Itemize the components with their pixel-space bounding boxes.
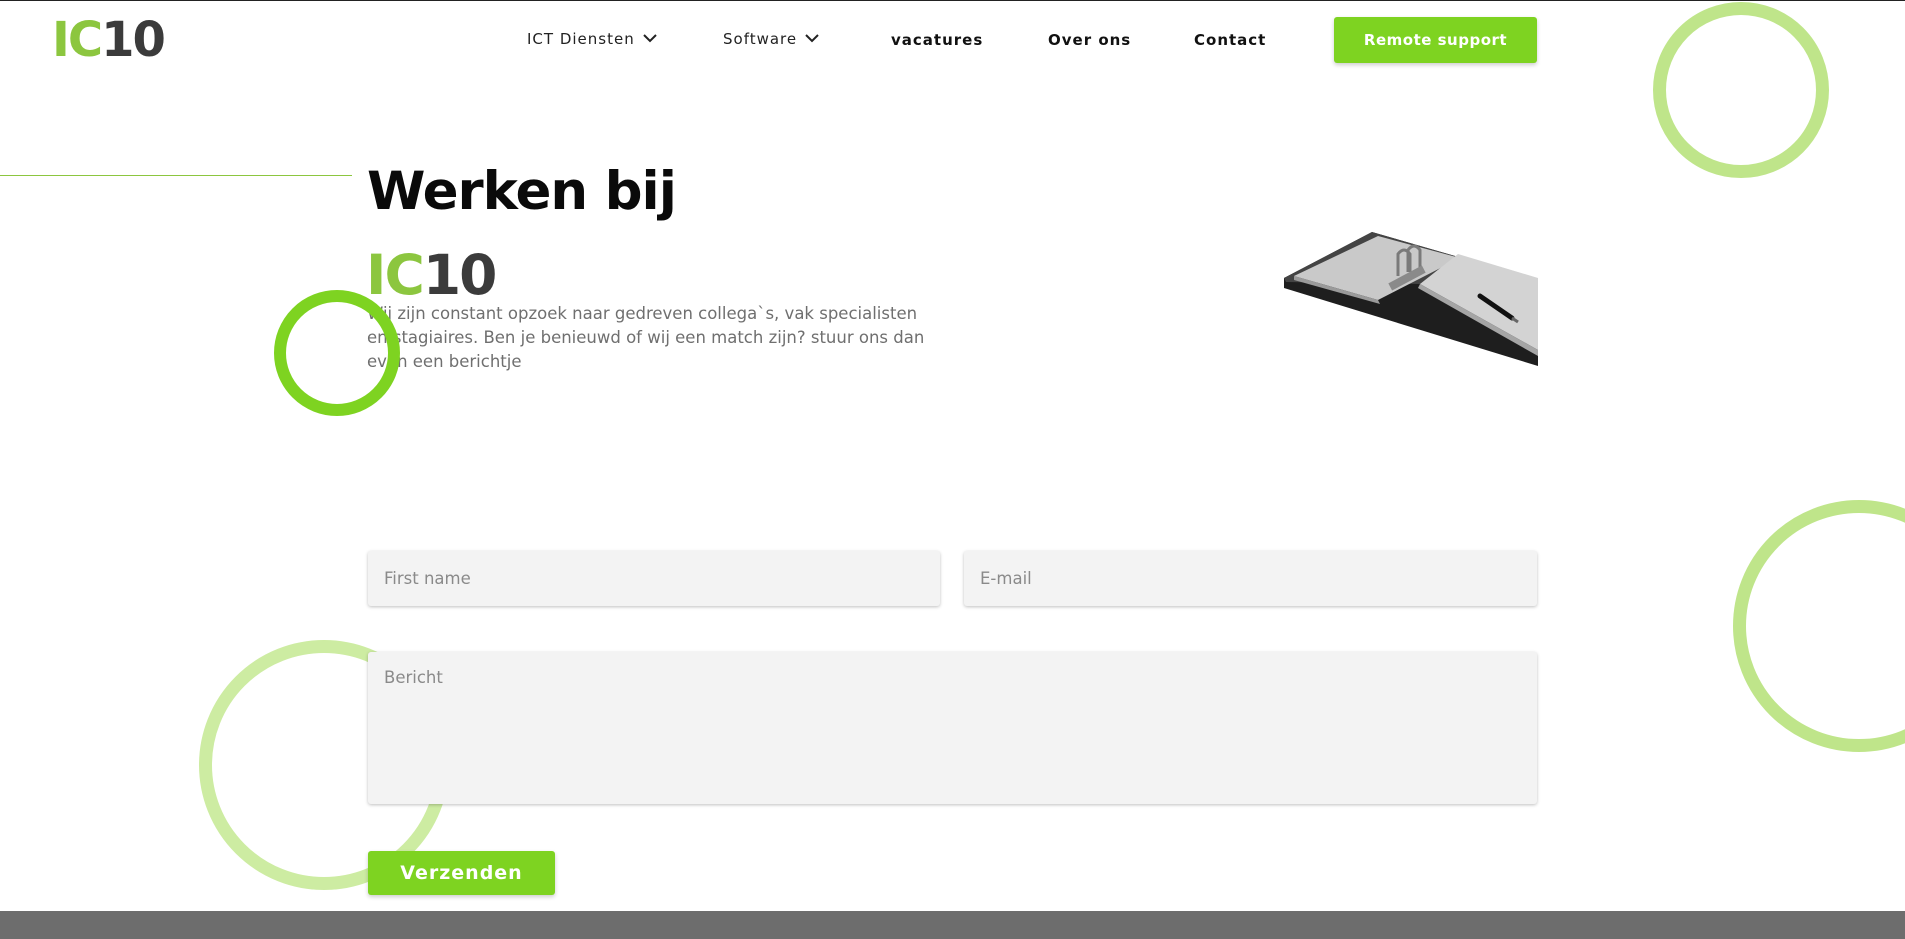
site-logo[interactable]: IC 10 xyxy=(52,12,166,68)
page-title: Werken bij xyxy=(367,161,677,222)
remote-support-button[interactable]: Remote support xyxy=(1334,17,1537,63)
top-border xyxy=(0,0,1905,1)
logo-part-ic: IC xyxy=(52,12,103,68)
logo-part-10: 10 xyxy=(101,12,166,68)
chevron-down-icon xyxy=(643,33,657,42)
nav-item-vacatures[interactable]: vacatures xyxy=(891,31,983,49)
footer-bar xyxy=(0,911,1905,939)
nav-item-ict-diensten[interactable]: ICT Diensten xyxy=(527,30,657,48)
nav-item-contact[interactable]: Contact xyxy=(1194,31,1266,49)
accent-line xyxy=(0,175,352,176)
nav-item-over-ons[interactable]: Over ons xyxy=(1048,31,1131,49)
nav-item-label: Software xyxy=(723,30,798,48)
first-name-field[interactable] xyxy=(368,551,940,606)
hero-logo: IC 10 xyxy=(366,243,498,307)
decorative-ring-accent xyxy=(274,290,400,416)
chevron-down-icon xyxy=(805,33,819,42)
nav-item-software[interactable]: Software xyxy=(723,30,819,48)
logo-part-10: 10 xyxy=(422,243,498,307)
message-field[interactable] xyxy=(368,652,1537,804)
decorative-ring-mid-right xyxy=(1733,500,1905,752)
email-field[interactable] xyxy=(964,551,1537,606)
binder-illustration-icon xyxy=(1284,232,1538,366)
decorative-ring-top-right xyxy=(1653,2,1829,178)
send-button[interactable]: Verzenden xyxy=(368,851,555,895)
nav-item-label: ICT Diensten xyxy=(527,30,635,48)
intro-text: Wij zijn constant opzoek naar gedreven c… xyxy=(367,304,925,371)
logo-part-ic: IC xyxy=(366,243,425,307)
